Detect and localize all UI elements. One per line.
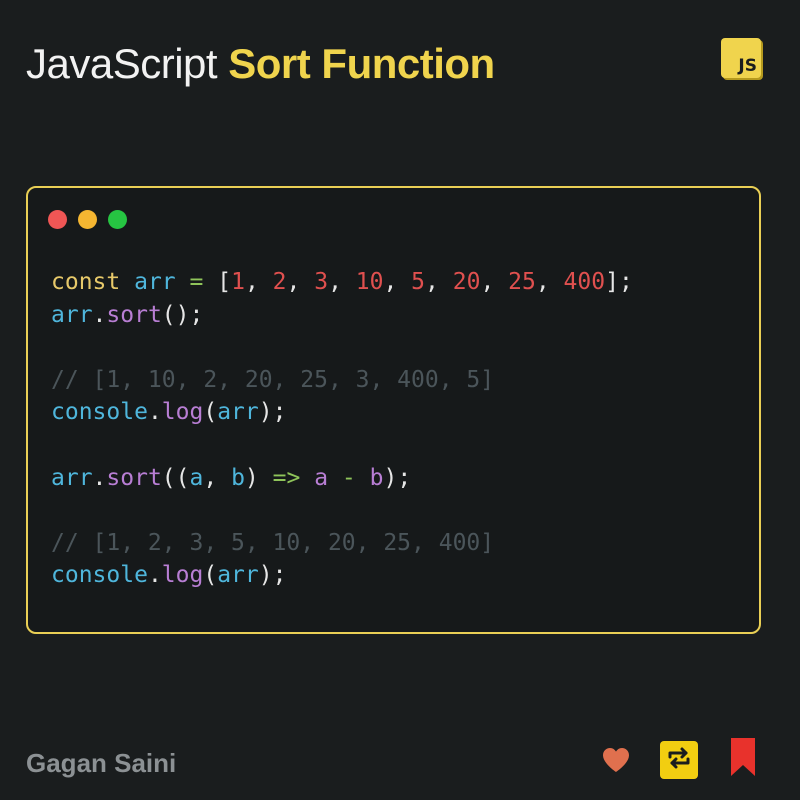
- code-token: arr: [217, 399, 259, 426]
- code-token: .: [92, 464, 107, 491]
- code-token: .: [147, 399, 162, 426]
- like-button[interactable]: [600, 746, 632, 778]
- window-controls: [48, 210, 127, 229]
- code-token: console: [51, 562, 148, 589]
- code-line: console.log(arr);: [51, 559, 633, 592]
- code-token: .: [147, 562, 162, 589]
- code-token: [: [203, 269, 232, 295]
- code-token: 5: [411, 269, 426, 295]
- code-token: console: [51, 399, 148, 426]
- code-token: ,: [425, 269, 453, 295]
- code-token: ,: [480, 269, 509, 295]
- close-dot[interactable]: [48, 210, 67, 229]
- code-token: );: [258, 399, 287, 426]
- code-line: // [1, 10, 2, 20, 25, 3, 400, 5]: [51, 364, 633, 397]
- code-token: ();: [161, 301, 204, 328]
- code-token: 1: [231, 269, 245, 295]
- code-token: ,: [203, 464, 232, 491]
- code-token: =>: [272, 464, 301, 491]
- code-token: 20: [452, 269, 481, 295]
- code-token: 10: [355, 269, 384, 295]
- code-token: 400: [563, 269, 606, 295]
- code-token: (: [203, 562, 218, 589]
- code-token: // [1, 10, 2, 20, 25, 3, 400, 5]: [51, 366, 495, 393]
- js-logo-badge: JS: [721, 38, 761, 78]
- code-line: arr.sort();: [51, 299, 633, 332]
- code-token: ,: [535, 269, 564, 295]
- code-token: );: [258, 562, 287, 589]
- repost-button[interactable]: [660, 741, 698, 779]
- code-line: // [1, 2, 3, 5, 10, 20, 25, 400]: [51, 527, 633, 560]
- page-title: JavaScript Sort Function: [26, 38, 495, 90]
- code-token: );: [383, 464, 412, 491]
- code-token: 25: [508, 269, 536, 295]
- code-token: b: [231, 464, 245, 491]
- code-token: sort: [106, 301, 162, 328]
- heart-icon: [601, 746, 631, 779]
- code-token: // [1, 2, 3, 5, 10, 20, 25, 400]: [51, 529, 495, 556]
- code-line: console.log(arr);: [51, 396, 633, 429]
- code-token: (: [203, 399, 218, 426]
- code-token: -: [341, 464, 356, 491]
- code-token: log: [161, 562, 204, 589]
- author-name: Gagan Saini: [26, 748, 177, 778]
- maximize-dot[interactable]: [108, 210, 127, 229]
- code-token: ((: [161, 464, 190, 491]
- minimize-dot[interactable]: [78, 210, 97, 229]
- code-token: a: [189, 464, 204, 491]
- code-token: log: [161, 399, 204, 426]
- code-token: arr: [51, 464, 93, 491]
- bookmark-icon: [729, 737, 757, 782]
- code-token: ];: [605, 269, 633, 295]
- code-token: ,: [328, 269, 356, 295]
- code-token: ,: [286, 269, 315, 295]
- code-token: ,: [383, 269, 412, 295]
- code-token: a: [314, 464, 329, 491]
- code-token: arr: [217, 562, 259, 589]
- code-token: const: [51, 269, 121, 295]
- code-window: const arr = [1, 2, 3, 10, 5, 20, 25, 400…: [26, 186, 761, 634]
- bookmark-button[interactable]: [728, 737, 758, 782]
- code-token: ): [244, 464, 273, 491]
- code-line: const arr = [1, 2, 3, 10, 5, 20, 25, 400…: [51, 266, 633, 299]
- title-plain: JavaScript: [26, 40, 218, 87]
- code-token: ,: [244, 269, 273, 295]
- repost-icon: [665, 744, 693, 777]
- code-token: 3: [314, 269, 329, 295]
- code-token: =: [189, 269, 204, 295]
- title-accent: Sort Function: [228, 40, 495, 87]
- code-token: arr: [134, 269, 176, 295]
- code-token: arr: [51, 301, 93, 328]
- code-token: .: [92, 301, 107, 328]
- code-token: sort: [106, 464, 162, 491]
- code-token: 2: [272, 269, 287, 295]
- code-block: const arr = [1, 2, 3, 10, 5, 20, 25, 400…: [51, 266, 633, 592]
- code-token: b: [369, 464, 384, 491]
- code-line: arr.sort((a, b) => a - b);: [51, 462, 633, 495]
